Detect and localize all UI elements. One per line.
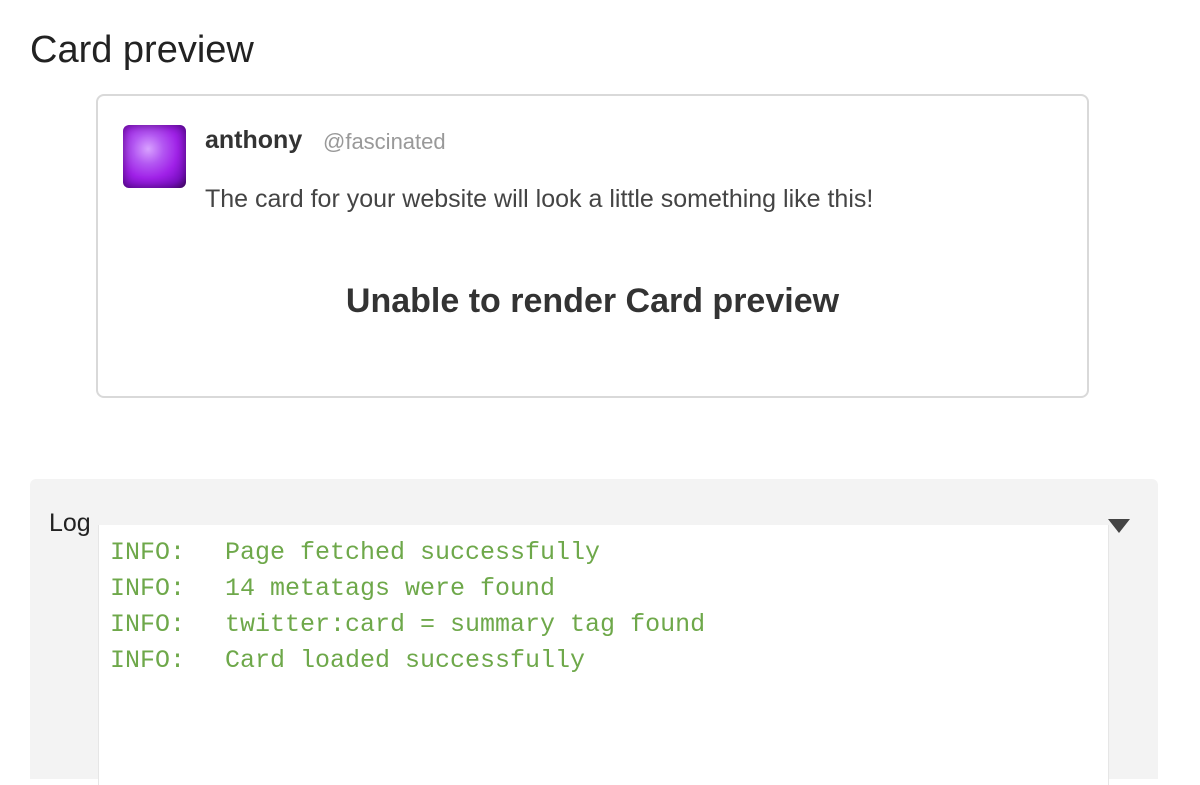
log-message: Card loaded successfully bbox=[225, 646, 586, 675]
log-level: INFO: bbox=[110, 538, 186, 567]
log-title: Log bbox=[49, 509, 91, 537]
card-render-error: Unable to render Card preview bbox=[345, 282, 840, 320]
log-entry: INFO: twitter:card = summary tag found bbox=[110, 607, 705, 643]
tweet-text: The card for your website will look a li… bbox=[205, 185, 874, 213]
log-list: INFO: Page fetched successfully INFO: 14 m… bbox=[110, 535, 705, 679]
log-level: INFO: bbox=[110, 610, 186, 639]
log-entry: INFO: 14 metatags were found bbox=[110, 571, 705, 607]
log-message: Page fetched successfully bbox=[225, 538, 601, 567]
log-message: 14 metatags were found bbox=[225, 574, 556, 603]
tweet-username: anthony bbox=[205, 126, 303, 154]
tweet-handle: @fascinated bbox=[323, 129, 446, 154]
log-panel: Log INFO: Page fetched successfully INFO:… bbox=[30, 479, 1158, 785]
log-entry: INFO: Card loaded successfully bbox=[110, 643, 705, 679]
avatar bbox=[123, 125, 186, 188]
log-level: INFO: bbox=[110, 646, 186, 675]
log-message: twitter:card = summary tag found bbox=[225, 610, 706, 639]
log-entry: INFO: Page fetched successfully bbox=[110, 535, 705, 571]
log-output: INFO: Page fetched successfully INFO: 14 m… bbox=[98, 525, 1109, 785]
log-level: INFO: bbox=[110, 574, 186, 603]
card-preview: anthony @fascinated The card for your we… bbox=[96, 94, 1089, 398]
triangle-down-icon[interactable] bbox=[1108, 519, 1130, 533]
page-title: Card preview bbox=[30, 29, 254, 71]
